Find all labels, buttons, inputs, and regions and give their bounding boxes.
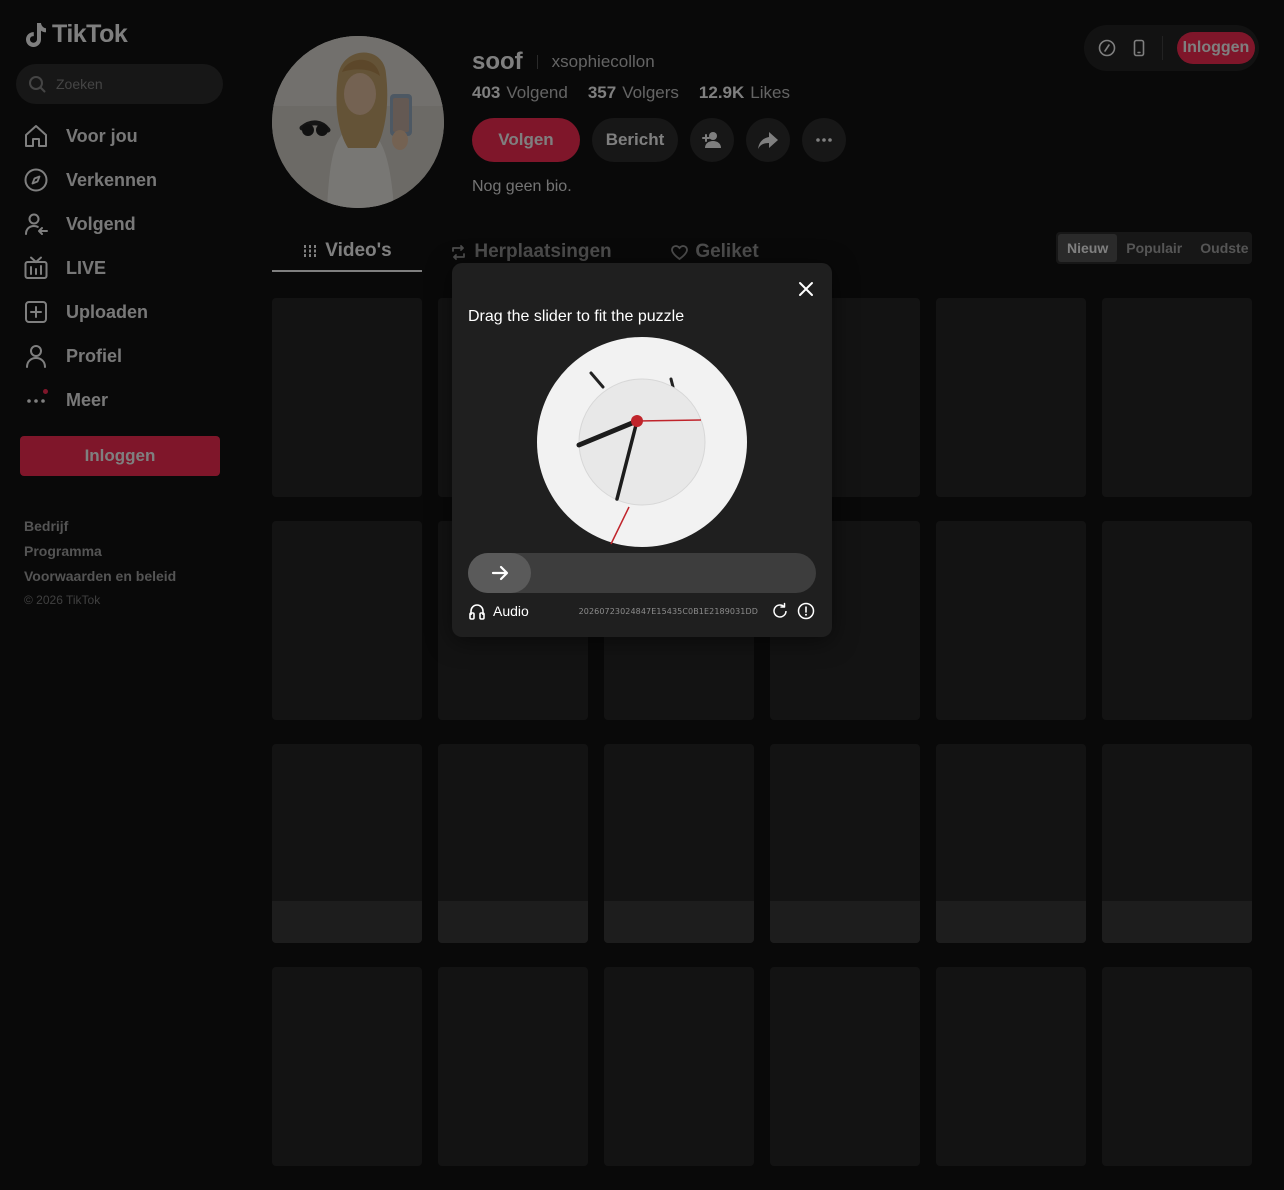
audio-button[interactable]: Audio [468,602,529,620]
audio-label: Audio [493,603,529,619]
captcha-id: 20260723024847E15435C0B1E2189031DD [578,606,758,616]
close-icon [799,282,813,296]
captcha-title: Drag the slider to fit the puzzle [468,308,685,325]
captcha-slider-track[interactable] [468,553,816,593]
close-button[interactable] [794,277,818,301]
captcha-slider-handle[interactable] [468,553,531,593]
report-button[interactable] [796,601,816,621]
refresh-icon [773,602,787,618]
captcha-dialog: Drag the slider to fit the puzzle Audio … [452,263,832,637]
arrow-right-icon [491,565,508,581]
refresh-button[interactable] [770,601,790,621]
info-alert-icon [797,602,815,620]
headphones-icon [469,604,485,620]
captcha-footer: Audio 20260723024847E15435C0B1E2189031DD [468,601,816,621]
rotate-puzzle-image [537,337,747,547]
